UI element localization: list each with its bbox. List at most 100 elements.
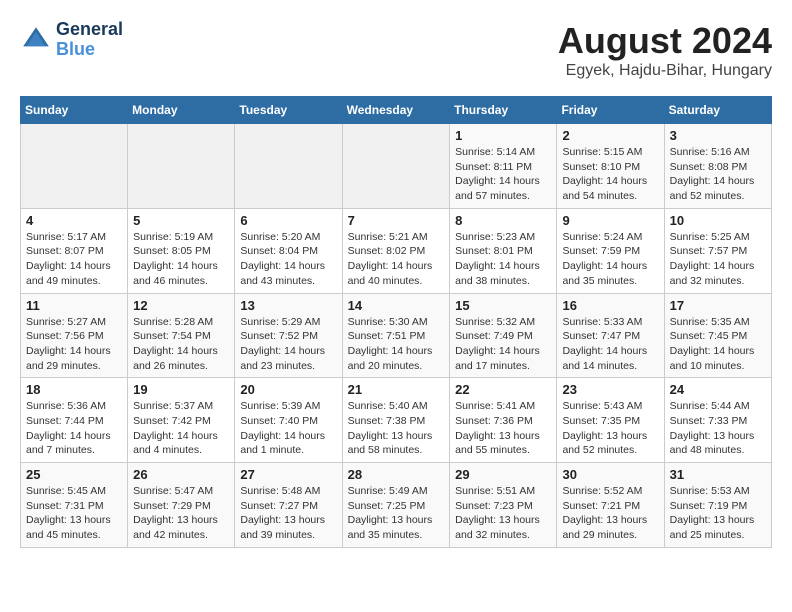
calendar-cell: 30 Sunrise: 5:52 AM Sunset: 7:21 PM Dayli… [557, 463, 664, 548]
day-info: Sunrise: 5:19 AM Sunset: 8:05 PM Dayligh… [133, 230, 229, 289]
calendar-cell: 17 Sunrise: 5:35 AM Sunset: 7:45 PM Dayli… [664, 293, 771, 378]
day-number: 23 [562, 382, 658, 397]
calendar-cell: 18Sunrise: 5:36 AM Sunset: 7:44 PM Dayli… [21, 378, 128, 463]
day-number: 31 [670, 467, 766, 482]
day-info: Sunrise: 5:25 AM Sunset: 7:57 PM Dayligh… [670, 230, 766, 289]
day-info: Sunrise: 5:47 AM Sunset: 7:29 PM Dayligh… [133, 484, 229, 543]
week-row-2: 4 Sunrise: 5:17 AM Sunset: 8:07 PM Daylig… [21, 208, 772, 293]
day-info: Sunrise: 5:39 AM Sunset: 7:40 PM Dayligh… [240, 399, 336, 458]
day-number: 27 [240, 467, 336, 482]
calendar-cell: 8Sunrise: 5:23 AM Sunset: 8:01 PM Daylig… [450, 208, 557, 293]
day-info: Sunrise: 5:48 AM Sunset: 7:27 PM Dayligh… [240, 484, 336, 543]
day-number: 10 [670, 213, 766, 228]
day-number: 13 [240, 298, 336, 313]
calendar-cell: 24Sunrise: 5:44 AM Sunset: 7:33 PM Dayli… [664, 378, 771, 463]
day-number: 11 [26, 298, 122, 313]
day-number: 14 [348, 298, 445, 313]
day-number: 30 [562, 467, 658, 482]
weekday-header-wednesday: Wednesday [342, 97, 450, 124]
day-number: 25 [26, 467, 122, 482]
title-block: August 2024 Egyek, Hajdu-Bihar, Hungary [558, 20, 772, 80]
day-number: 7 [348, 213, 445, 228]
calendar-cell [21, 124, 128, 209]
calendar-cell: 26 Sunrise: 5:47 AM Sunset: 7:29 PM Dayli… [128, 463, 235, 548]
day-number: 22 [455, 382, 551, 397]
day-info: Sunrise: 5:21 AM Sunset: 8:02 PM Dayligh… [348, 230, 445, 289]
day-info: Sunrise: 5:20 AM Sunset: 8:04 PM Dayligh… [240, 230, 336, 289]
day-number: 29 [455, 467, 551, 482]
day-number: 5 [133, 213, 229, 228]
week-row-5: 25 Sunrise: 5:45 AM Sunset: 7:31 PM Dayli… [21, 463, 772, 548]
calendar-cell: 21 Sunrise: 5:40 AM Sunset: 7:38 PM Dayli… [342, 378, 450, 463]
calendar-cell: 14 Sunrise: 5:30 AM Sunset: 7:51 PM Dayli… [342, 293, 450, 378]
calendar-cell: 20 Sunrise: 5:39 AM Sunset: 7:40 PM Dayli… [235, 378, 342, 463]
weekday-header-friday: Friday [557, 97, 664, 124]
calendar-cell: 12 Sunrise: 5:28 AM Sunset: 7:54 PM Dayli… [128, 293, 235, 378]
day-info: Sunrise: 5:44 AM Sunset: 7:33 PM Dayligh… [670, 399, 766, 458]
day-info: Sunrise: 5:37 AM Sunset: 7:42 PM Dayligh… [133, 399, 229, 458]
day-info: Sunrise: 5:45 AM Sunset: 7:31 PM Dayligh… [26, 484, 122, 543]
calendar-cell: 19 Sunrise: 5:37 AM Sunset: 7:42 PM Dayli… [128, 378, 235, 463]
calendar-cell: 5 Sunrise: 5:19 AM Sunset: 8:05 PM Daylig… [128, 208, 235, 293]
weekday-header-saturday: Saturday [664, 97, 771, 124]
calendar-cell: 11 Sunrise: 5:27 AM Sunset: 7:56 PM Dayli… [21, 293, 128, 378]
day-number: 12 [133, 298, 229, 313]
day-number: 16 [562, 298, 658, 313]
main-title: August 2024 [558, 20, 772, 62]
weekday-header-sunday: Sunday [21, 97, 128, 124]
day-number: 15 [455, 298, 551, 313]
calendar-table: SundayMondayTuesdayWednesdayThursdayFrid… [20, 96, 772, 548]
day-info: Sunrise: 5:49 AM Sunset: 7:25 PM Dayligh… [348, 484, 445, 543]
day-info: Sunrise: 5:30 AM Sunset: 7:51 PM Dayligh… [348, 315, 445, 374]
day-number: 8 [455, 213, 551, 228]
calendar-header: SundayMondayTuesdayWednesdayThursdayFrid… [21, 97, 772, 124]
day-number: 6 [240, 213, 336, 228]
day-number: 2 [562, 128, 658, 143]
calendar-cell: 6 Sunrise: 5:20 AM Sunset: 8:04 PM Daylig… [235, 208, 342, 293]
day-number: 21 [348, 382, 445, 397]
day-number: 19 [133, 382, 229, 397]
day-number: 18 [26, 382, 122, 397]
day-info: Sunrise: 5:35 AM Sunset: 7:45 PM Dayligh… [670, 315, 766, 374]
calendar-cell: 27 Sunrise: 5:48 AM Sunset: 7:27 PM Dayli… [235, 463, 342, 548]
day-info: Sunrise: 5:27 AM Sunset: 7:56 PM Dayligh… [26, 315, 122, 374]
day-number: 17 [670, 298, 766, 313]
day-number: 4 [26, 213, 122, 228]
calendar-cell: 25 Sunrise: 5:45 AM Sunset: 7:31 PM Dayli… [21, 463, 128, 548]
calendar-cell: 29Sunrise: 5:51 AM Sunset: 7:23 PM Dayli… [450, 463, 557, 548]
calendar-body: 1 Sunrise: 5:14 AM Sunset: 8:11 PM Daylig… [21, 124, 772, 548]
day-info: Sunrise: 5:17 AM Sunset: 8:07 PM Dayligh… [26, 230, 122, 289]
calendar-cell: 7 Sunrise: 5:21 AM Sunset: 8:02 PM Daylig… [342, 208, 450, 293]
day-info: Sunrise: 5:15 AM Sunset: 8:10 PM Dayligh… [562, 145, 658, 204]
day-info: Sunrise: 5:52 AM Sunset: 7:21 PM Dayligh… [562, 484, 658, 543]
week-row-1: 1 Sunrise: 5:14 AM Sunset: 8:11 PM Daylig… [21, 124, 772, 209]
weekday-header-monday: Monday [128, 97, 235, 124]
weekday-row: SundayMondayTuesdayWednesdayThursdayFrid… [21, 97, 772, 124]
day-info: Sunrise: 5:40 AM Sunset: 7:38 PM Dayligh… [348, 399, 445, 458]
day-info: Sunrise: 5:14 AM Sunset: 8:11 PM Dayligh… [455, 145, 551, 204]
day-number: 1 [455, 128, 551, 143]
weekday-header-thursday: Thursday [450, 97, 557, 124]
week-row-3: 11 Sunrise: 5:27 AM Sunset: 7:56 PM Dayli… [21, 293, 772, 378]
day-number: 20 [240, 382, 336, 397]
day-number: 26 [133, 467, 229, 482]
day-info: Sunrise: 5:41 AM Sunset: 7:36 PM Dayligh… [455, 399, 551, 458]
calendar-cell [342, 124, 450, 209]
calendar-cell: 1 Sunrise: 5:14 AM Sunset: 8:11 PM Daylig… [450, 124, 557, 209]
calendar-cell: 9Sunrise: 5:24 AM Sunset: 7:59 PM Daylig… [557, 208, 664, 293]
subtitle: Egyek, Hajdu-Bihar, Hungary [558, 62, 772, 80]
day-info: Sunrise: 5:33 AM Sunset: 7:47 PM Dayligh… [562, 315, 658, 374]
day-info: Sunrise: 5:53 AM Sunset: 7:19 PM Dayligh… [670, 484, 766, 543]
calendar-cell [128, 124, 235, 209]
page-header: General Blue August 2024 Egyek, Hajdu-Bi… [20, 20, 772, 80]
day-info: Sunrise: 5:28 AM Sunset: 7:54 PM Dayligh… [133, 315, 229, 374]
day-number: 28 [348, 467, 445, 482]
day-info: Sunrise: 5:29 AM Sunset: 7:52 PM Dayligh… [240, 315, 336, 374]
logo-text: General Blue [56, 20, 123, 60]
day-number: 3 [670, 128, 766, 143]
calendar-cell [235, 124, 342, 209]
calendar-cell: 10 Sunrise: 5:25 AM Sunset: 7:57 PM Dayli… [664, 208, 771, 293]
logo-icon [20, 24, 52, 56]
week-row-4: 18Sunrise: 5:36 AM Sunset: 7:44 PM Dayli… [21, 378, 772, 463]
calendar-cell: 4 Sunrise: 5:17 AM Sunset: 8:07 PM Daylig… [21, 208, 128, 293]
